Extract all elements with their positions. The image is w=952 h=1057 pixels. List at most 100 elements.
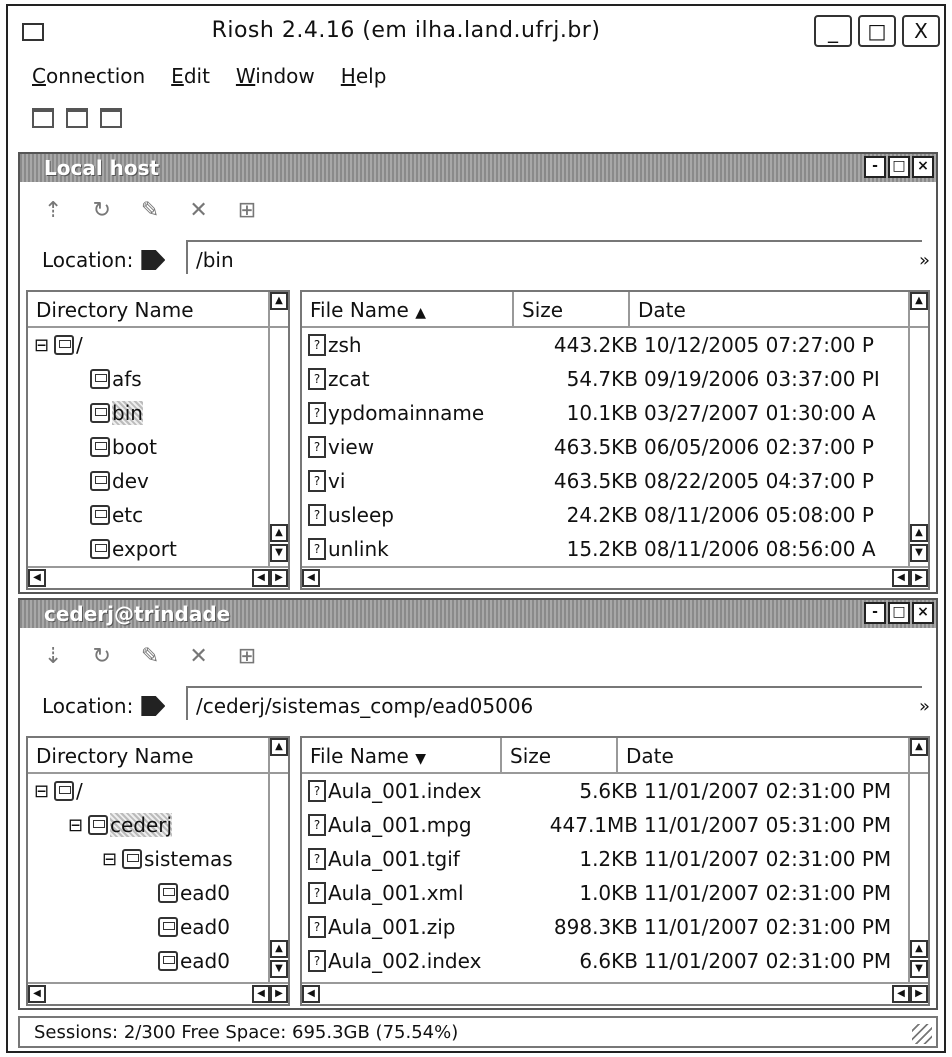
local-maximize-button[interactable]: □	[888, 156, 910, 178]
tree-node[interactable]: ead0	[28, 944, 288, 978]
menu-help[interactable]: Help	[341, 64, 387, 88]
date-header[interactable]: Date	[630, 292, 928, 326]
tree-node[interactable]: dev	[28, 464, 288, 498]
scroll-left-icon[interactable]: ◀	[28, 985, 46, 1003]
scroll-left-icon[interactable]: ◀	[302, 569, 320, 587]
local-files-hscroll[interactable]: ◀ ◀ ▶	[302, 566, 928, 588]
scroll-right-icon[interactable]: ▶	[910, 985, 928, 1003]
collapse-icon[interactable]: ⊟	[68, 815, 83, 836]
date-header[interactable]: Date	[618, 738, 928, 772]
rename-icon[interactable]: ✎	[141, 198, 159, 223]
tree-node[interactable]: afs	[28, 362, 288, 396]
close-button[interactable]: X	[902, 15, 940, 47]
file-row[interactable]: ? view 463.5KB 06/05/2006 02:37:00 P	[302, 430, 928, 464]
scroll-right-icon[interactable]: ▶	[910, 569, 928, 587]
scroll-up-icon[interactable]: ▲	[910, 738, 928, 756]
scroll-up-icon[interactable]: ▲	[910, 940, 928, 958]
collapse-icon[interactable]: ⊟	[102, 849, 117, 870]
local-minimize-button[interactable]: -	[864, 156, 886, 178]
collapse-icon[interactable]: ⊟	[34, 781, 49, 802]
scroll-down-icon[interactable]: ▼	[910, 960, 928, 978]
local-files-vscroll[interactable]: ▲ ▲ ▼	[908, 292, 928, 568]
minimize-button[interactable]: _	[814, 15, 852, 47]
remote-files-vscroll[interactable]: ▲ ▲ ▼	[908, 738, 928, 984]
file-row[interactable]: ? Aula_001.zip 898.3KB 11/01/2007 02:31:00 …	[302, 910, 928, 944]
remote-maximize-button[interactable]: □	[888, 602, 910, 624]
local-close-button[interactable]: ×	[912, 156, 934, 178]
file-row[interactable]: ? ypdomainname 10.1KB 03/27/2007 01:30:00 A	[302, 396, 928, 430]
scroll-up-icon[interactable]: ▲	[270, 738, 288, 756]
scroll-up-icon[interactable]: ▲	[270, 292, 288, 310]
local-tree-hscroll[interactable]: ◀ ◀ ▶	[28, 566, 288, 588]
tree-node[interactable]: bin	[28, 396, 288, 430]
tree-node[interactable]: boot	[28, 430, 288, 464]
local-location-input[interactable]: /bin	[186, 240, 922, 274]
resize-grip-icon[interactable]	[912, 1024, 932, 1044]
file-row[interactable]: ? zcat 54.7KB 09/19/2006 03:37:00 PI	[302, 362, 928, 396]
scroll-right-icon[interactable]: ▶	[270, 569, 288, 587]
refresh-icon[interactable]: ↻	[92, 198, 110, 223]
remote-close-button[interactable]: ×	[912, 602, 934, 624]
size-header[interactable]: Size	[514, 292, 630, 326]
collapse-icon[interactable]: ⊟	[34, 335, 49, 356]
cascade-windows-icon[interactable]	[100, 108, 122, 128]
scroll-left-icon[interactable]: ◀	[252, 985, 270, 1003]
file-row[interactable]: ? Aula_001.index 5.6KB 11/01/2007 02:31:00 …	[302, 774, 928, 808]
remote-minimize-button[interactable]: -	[864, 602, 886, 624]
scroll-up-icon[interactable]: ▲	[910, 524, 928, 542]
delete-icon[interactable]: ✕	[189, 644, 207, 669]
file-row[interactable]: ? zsh 443.2KB 10/12/2005 07:27:00 P	[302, 328, 928, 362]
remote-files-hscroll[interactable]: ◀ ◀ ▶	[302, 982, 928, 1004]
delete-icon[interactable]: ✕	[189, 198, 207, 223]
tile-windows-icon[interactable]	[66, 108, 88, 128]
upload-icon[interactable]: ⇡	[44, 198, 62, 223]
new-window-icon[interactable]	[32, 108, 54, 128]
remote-panel-titlebar[interactable]: cederj@trindade - □ ×	[20, 600, 936, 628]
tree-node[interactable]: export	[28, 532, 288, 566]
file-name-header[interactable]: File Name ▲	[302, 292, 514, 326]
chevron-right-icon[interactable]: »	[919, 250, 930, 271]
tree-node[interactable]: ⊟ sistemas	[28, 842, 288, 876]
title-bar[interactable]: Riosh 2.4.16 (em ilha.land.ufrj.br) _ □ …	[8, 6, 944, 54]
scroll-down-icon[interactable]: ▼	[270, 960, 288, 978]
rename-icon[interactable]: ✎	[141, 644, 159, 669]
directory-name-header[interactable]: Directory Name	[28, 292, 202, 326]
download-icon[interactable]: ⇣	[44, 644, 62, 669]
mkdir-icon[interactable]: ⊞	[238, 198, 256, 223]
scroll-right-icon[interactable]: ▶	[270, 985, 288, 1003]
scroll-left-icon[interactable]: ◀	[302, 985, 320, 1003]
file-row[interactable]: ? vi 463.5KB 08/22/2005 04:37:00 P	[302, 464, 928, 498]
remote-tree-vscroll[interactable]: ▲ ▲ ▼	[268, 738, 288, 984]
tree-node[interactable]: ⊟ /	[28, 774, 288, 808]
size-header[interactable]: Size	[502, 738, 618, 772]
scroll-up-icon[interactable]: ▲	[270, 940, 288, 958]
scroll-left-icon[interactable]: ◀	[28, 569, 46, 587]
file-row[interactable]: ? usleep 24.2KB 08/11/2006 05:08:00 P	[302, 498, 928, 532]
scroll-up-icon[interactable]: ▲	[910, 292, 928, 310]
go-arrow-icon[interactable]	[141, 250, 166, 270]
remote-tree-hscroll[interactable]: ◀ ◀ ▶	[28, 982, 288, 1004]
menu-edit[interactable]: Edit	[171, 64, 210, 88]
file-row[interactable]: ? unlink 15.2KB 08/11/2006 08:56:00 A	[302, 532, 928, 566]
file-row[interactable]: ? Aula_001.tgif 1.2KB 11/01/2007 02:31:00 P…	[302, 842, 928, 876]
scroll-left-icon[interactable]: ◀	[252, 569, 270, 587]
mkdir-icon[interactable]: ⊞	[238, 644, 256, 669]
scroll-down-icon[interactable]: ▼	[910, 544, 928, 562]
remote-location-input[interactable]: /cederj/sistemas_comp/ead05006	[186, 686, 922, 720]
local-panel-titlebar[interactable]: Local host - □ ×	[20, 154, 936, 182]
menu-window[interactable]: Window	[236, 64, 315, 88]
file-row[interactable]: ? Aula_002.index 6.6KB 11/01/2007 02:31:00 …	[302, 944, 928, 978]
local-tree-vscroll[interactable]: ▲ ▲ ▼	[268, 292, 288, 568]
scroll-left-icon[interactable]: ◀	[892, 569, 910, 587]
chevron-right-icon[interactable]: »	[919, 696, 930, 717]
go-arrow-icon[interactable]	[141, 696, 166, 716]
file-name-header[interactable]: File Name ▼	[302, 738, 502, 772]
scroll-down-icon[interactable]: ▼	[270, 544, 288, 562]
tree-node[interactable]: ⊟ cederj	[28, 808, 288, 842]
scroll-left-icon[interactable]: ◀	[892, 985, 910, 1003]
file-row[interactable]: ? Aula_001.mpg 447.1MB 11/01/2007 05:31:00 …	[302, 808, 928, 842]
refresh-icon[interactable]: ↻	[92, 644, 110, 669]
tree-node[interactable]: ⊟ /	[28, 328, 288, 362]
directory-name-header[interactable]: Directory Name	[28, 738, 202, 772]
tree-node[interactable]: ead0	[28, 910, 288, 944]
